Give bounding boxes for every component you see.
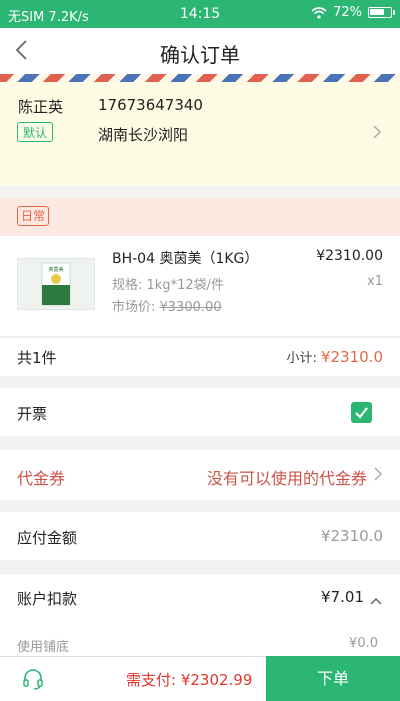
product-spec: 规格: 1kg*12袋/件 [112,278,224,293]
shop-tag: 日常 [17,206,49,226]
address-card[interactable]: 陈正英 17673647340 默认 湖南长沙浏阳 [0,82,400,186]
product-item[interactable]: 奥茵美 BH-04 奥茵美（1KG） ¥2310.00 规格: 1kg*12袋/… [0,236,400,336]
customer-service-button[interactable] [22,668,44,694]
chevron-right-icon [372,124,382,144]
envelope-border [0,74,400,82]
subtotal-amount: ¥2310.0 [320,348,383,366]
item-count: 共1件 [17,349,57,367]
pudi-amount: ¥0.0 [349,636,378,651]
invoice-label: 开票 [17,405,48,423]
status-bar: 无SIM 7.2K/s 14:15 72% [0,0,400,28]
chevron-up-icon [369,591,383,610]
product-price: ¥2310.00 [316,248,383,264]
coupon-row[interactable]: 代金券 没有可以使用的代金券 [0,450,400,500]
wifi-icon [311,6,327,19]
battery-level [370,9,384,15]
thumbnail-label: 奥茵美 [48,266,63,273]
deduction-label: 账户扣款 [17,590,78,608]
place-order-button[interactable]: 下单 [266,656,400,701]
recipient-name: 陈正英 [18,98,64,116]
payable-amount: ¥2310.0 [320,527,383,545]
chevron-right-icon [373,466,383,486]
invoice-row: 开票 [0,388,400,436]
subtotal-label: 小计: [286,351,321,366]
recipient-phone: 17673647340 [98,96,203,114]
market-price-label: 市场价: [112,300,160,315]
payable-label: 应付金额 [17,529,78,547]
nav-bar: 确认订单 [0,28,400,74]
headset-icon [23,669,43,690]
bottom-bar: 需支付: ¥2302.99 下单 [0,656,400,701]
check-icon [355,407,368,419]
product-name: BH-04 奥茵美（1KG） [112,251,259,267]
coupon-label: 代金券 [17,469,66,488]
battery-percent: 72% [333,5,362,20]
account-deduction-row[interactable]: 账户扣款 ¥7.01 [0,574,400,620]
product-thumbnail: 奥茵美 [17,258,95,310]
battery-icon [368,7,395,18]
pudi-label: 使用铺底 [17,640,70,655]
amount-due: 需支付: ¥2302.99 [126,671,253,689]
payable-row: 应付金额 ¥2310.0 [0,512,400,560]
status-icons: 72% [311,5,395,20]
market-price: 市场价: ¥3300.00 [112,296,222,315]
deduction-amount: ¥7.01 [321,588,364,606]
order-summary-row: 共1件 小计: ¥2310.0 [0,337,400,376]
subtotal: 小计: ¥2310.0 [286,347,383,366]
product-quantity: x1 [367,274,383,289]
coupon-status: 没有可以使用的代金券 [206,469,367,488]
default-badge: 默认 [17,122,53,142]
shop-row: 日常 [0,198,400,236]
page-title: 确认订单 [160,43,240,67]
address-text: 湖南长沙浏阳 [98,126,189,144]
market-price-value: ¥3300.00 [159,300,222,315]
invoice-checkbox[interactable] [351,402,372,423]
